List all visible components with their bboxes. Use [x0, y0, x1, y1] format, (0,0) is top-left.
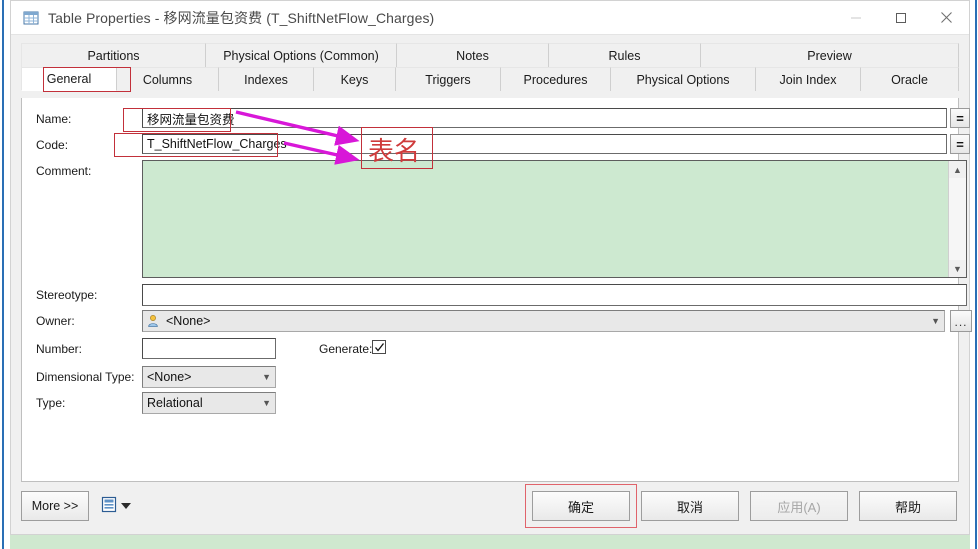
type-value: Relational: [147, 396, 203, 410]
tab-label: Physical Options: [636, 72, 730, 87]
code-input[interactable]: [142, 134, 947, 154]
table-properties-form: Name: = Code: = Comment: ▲ ▼: [22, 98, 972, 414]
cancel-button[interactable]: 取消: [641, 491, 739, 521]
tab-notes[interactable]: Notes: [397, 43, 549, 67]
code-equals-button[interactable]: =: [950, 134, 970, 154]
minimize-button[interactable]: [833, 1, 878, 34]
maximize-button[interactable]: [878, 1, 923, 34]
name-label: Name:: [36, 112, 72, 126]
scroll-down-icon[interactable]: ▼: [949, 260, 966, 277]
table-icon: [23, 10, 39, 26]
chevron-down-icon: ▼: [931, 316, 940, 326]
generate-checkbox[interactable]: [372, 340, 386, 354]
tab-label: Rules: [608, 48, 641, 63]
owner-browse-button[interactable]: ...: [950, 310, 972, 332]
chevron-down-icon: ▼: [262, 398, 271, 408]
tab-label: Columns: [142, 72, 193, 87]
tab-label: Partitions: [87, 48, 140, 63]
tab-keys[interactable]: Keys: [314, 67, 396, 91]
apply-button-label: 应用(A): [777, 499, 821, 515]
apply-button[interactable]: 应用(A): [750, 491, 848, 521]
tab-label: Indexes: [244, 72, 288, 87]
comment-scrollbar[interactable]: ▲ ▼: [948, 161, 966, 277]
dialog-footer: More >> 确定 取消 应用(A) 帮助: [21, 484, 959, 528]
code-label: Code:: [36, 138, 69, 152]
tab-triggers[interactable]: Triggers: [396, 67, 501, 91]
tab-general[interactable]: General: [21, 67, 117, 91]
tab-join-index[interactable]: Join Index: [756, 67, 861, 91]
maximize-icon: [895, 12, 906, 23]
tab-preview[interactable]: Preview: [701, 43, 959, 67]
stereotype-label: Stereotype:: [36, 288, 98, 302]
number-input[interactable]: [142, 338, 276, 359]
tab-columns[interactable]: Columns: [117, 67, 219, 91]
tab-row-primary: General Columns Indexes Keys Triggers Pr…: [21, 67, 959, 91]
general-tab-panel: Name: = Code: = Comment: ▲ ▼: [21, 98, 972, 482]
name-equals-button[interactable]: =: [950, 108, 970, 128]
caret-down-icon[interactable]: [121, 503, 131, 509]
user-icon: [147, 314, 161, 328]
type-label: Type:: [36, 396, 66, 410]
tab-oracle[interactable]: Oracle: [861, 67, 959, 91]
equals-icon: =: [956, 136, 964, 152]
dimensional-type-value: <None>: [147, 370, 192, 384]
background-right-rail: [970, 0, 978, 549]
more-button[interactable]: More >>: [21, 491, 89, 521]
tab-row-secondary: Partitions Physical Options (Common) Not…: [21, 43, 959, 67]
tab-label: Keys: [340, 72, 369, 87]
comment-textarea[interactable]: [143, 161, 948, 277]
owner-combobox[interactable]: <None> ▼: [142, 310, 945, 332]
stereotype-input[interactable]: [142, 284, 967, 306]
tab-rules[interactable]: Rules: [549, 43, 701, 67]
tab-partitions[interactable]: Partitions: [21, 43, 206, 67]
tab-label: Procedures: [523, 72, 588, 87]
more-button-label: More >>: [31, 499, 79, 513]
tab-label: Oracle: [891, 72, 928, 87]
window-title: Table Properties - 移网流量包资费 (T_ShiftNetFl…: [48, 9, 435, 26]
close-icon: [940, 12, 952, 23]
help-button-label: 帮助: [894, 499, 921, 515]
window-controls: [833, 1, 969, 34]
title-bar: Table Properties - 移网流量包资费 (T_ShiftNetFl…: [11, 1, 969, 35]
tab-procedures[interactable]: Procedures: [501, 67, 611, 91]
tab-strip: Partitions Physical Options (Common) Not…: [21, 43, 959, 92]
owner-value: <None>: [166, 314, 211, 328]
name-input[interactable]: [142, 108, 947, 128]
minimize-icon: [850, 17, 861, 18]
comment-label: Comment:: [36, 164, 92, 178]
dimensional-type-combobox[interactable]: <None> ▼: [142, 366, 276, 388]
scrollbar-track[interactable]: [949, 178, 966, 260]
owner-label: Owner:: [36, 314, 75, 328]
tab-indexes[interactable]: Indexes: [219, 67, 314, 91]
clipboard-icon[interactable]: [101, 496, 117, 516]
tab-label: Notes: [456, 48, 489, 63]
ok-button[interactable]: 确定: [532, 491, 630, 521]
check-icon: [374, 342, 384, 352]
tab-physical-options[interactable]: Physical Options: [611, 67, 756, 91]
type-combobox[interactable]: Relational ▼: [142, 392, 276, 414]
clipboard-dropdown-group[interactable]: [101, 496, 131, 516]
tab-label: Physical Options (Common): [223, 48, 379, 63]
table-properties-dialog: Table Properties - 移网流量包资费 (T_ShiftNetFl…: [10, 0, 972, 535]
tab-label: Triggers: [425, 72, 471, 87]
scroll-up-icon[interactable]: ▲: [949, 161, 966, 178]
generate-label: Generate:: [319, 342, 373, 356]
tab-physical-options-common[interactable]: Physical Options (Common): [206, 43, 397, 67]
tab-label: General: [46, 72, 92, 86]
ok-button-label: 确定: [567, 499, 594, 515]
tab-label: Join Index: [779, 72, 837, 87]
chevron-down-icon: ▼: [262, 372, 271, 382]
dialog-action-buttons: 确定 取消 应用(A) 帮助: [525, 484, 959, 528]
equals-icon: =: [956, 110, 964, 126]
comment-field-group: ▲ ▼: [142, 160, 967, 278]
help-button[interactable]: 帮助: [859, 491, 957, 521]
number-label: Number:: [36, 342, 83, 356]
dimensional-type-label: Dimensional Type:: [36, 370, 135, 384]
tab-label: Preview: [807, 48, 852, 63]
close-button[interactable]: [923, 1, 969, 34]
cancel-button-label: 取消: [676, 499, 703, 515]
ellipsis-icon: ...: [954, 315, 968, 329]
